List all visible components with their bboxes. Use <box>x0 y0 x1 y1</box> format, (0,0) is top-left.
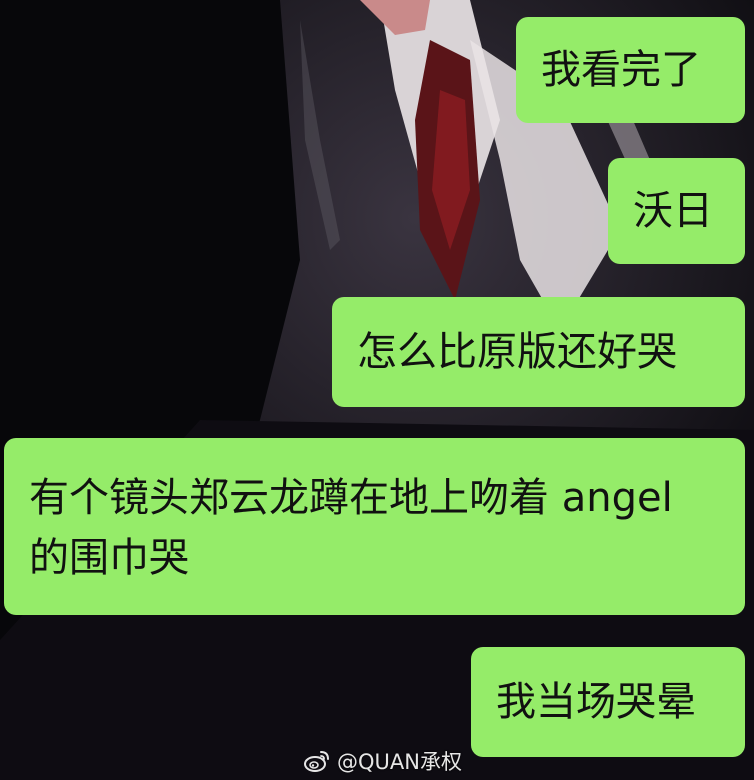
message-text: 我看完了 <box>541 47 701 93</box>
message-text-line-2: 的围巾哭 <box>29 535 189 581</box>
message-bubble-3[interactable]: 怎么比原版还好哭 <box>332 297 745 407</box>
weibo-icon <box>304 751 329 772</box>
message-bubble-2[interactable]: 沃日 <box>608 158 745 264</box>
message-text: 沃日 <box>633 188 713 234</box>
message-bubble-1[interactable]: 我看完了 <box>516 17 745 123</box>
message-text-line-1: 有个镜头郑云龙蹲在地上吻着 angel <box>29 475 673 521</box>
message-text: 怎么比原版还好哭 <box>357 329 677 375</box>
message-bubble-5[interactable]: 我当场哭晕 <box>471 647 745 757</box>
message-text: 我当场哭晕 <box>496 679 696 725</box>
message-bubble-4[interactable]: 有个镜头郑云龙蹲在地上吻着 angel 的围巾哭 <box>4 438 745 615</box>
weibo-watermark: @QUAN承权 <box>303 746 462 776</box>
watermark-text: @QUAN承权 <box>337 750 462 774</box>
